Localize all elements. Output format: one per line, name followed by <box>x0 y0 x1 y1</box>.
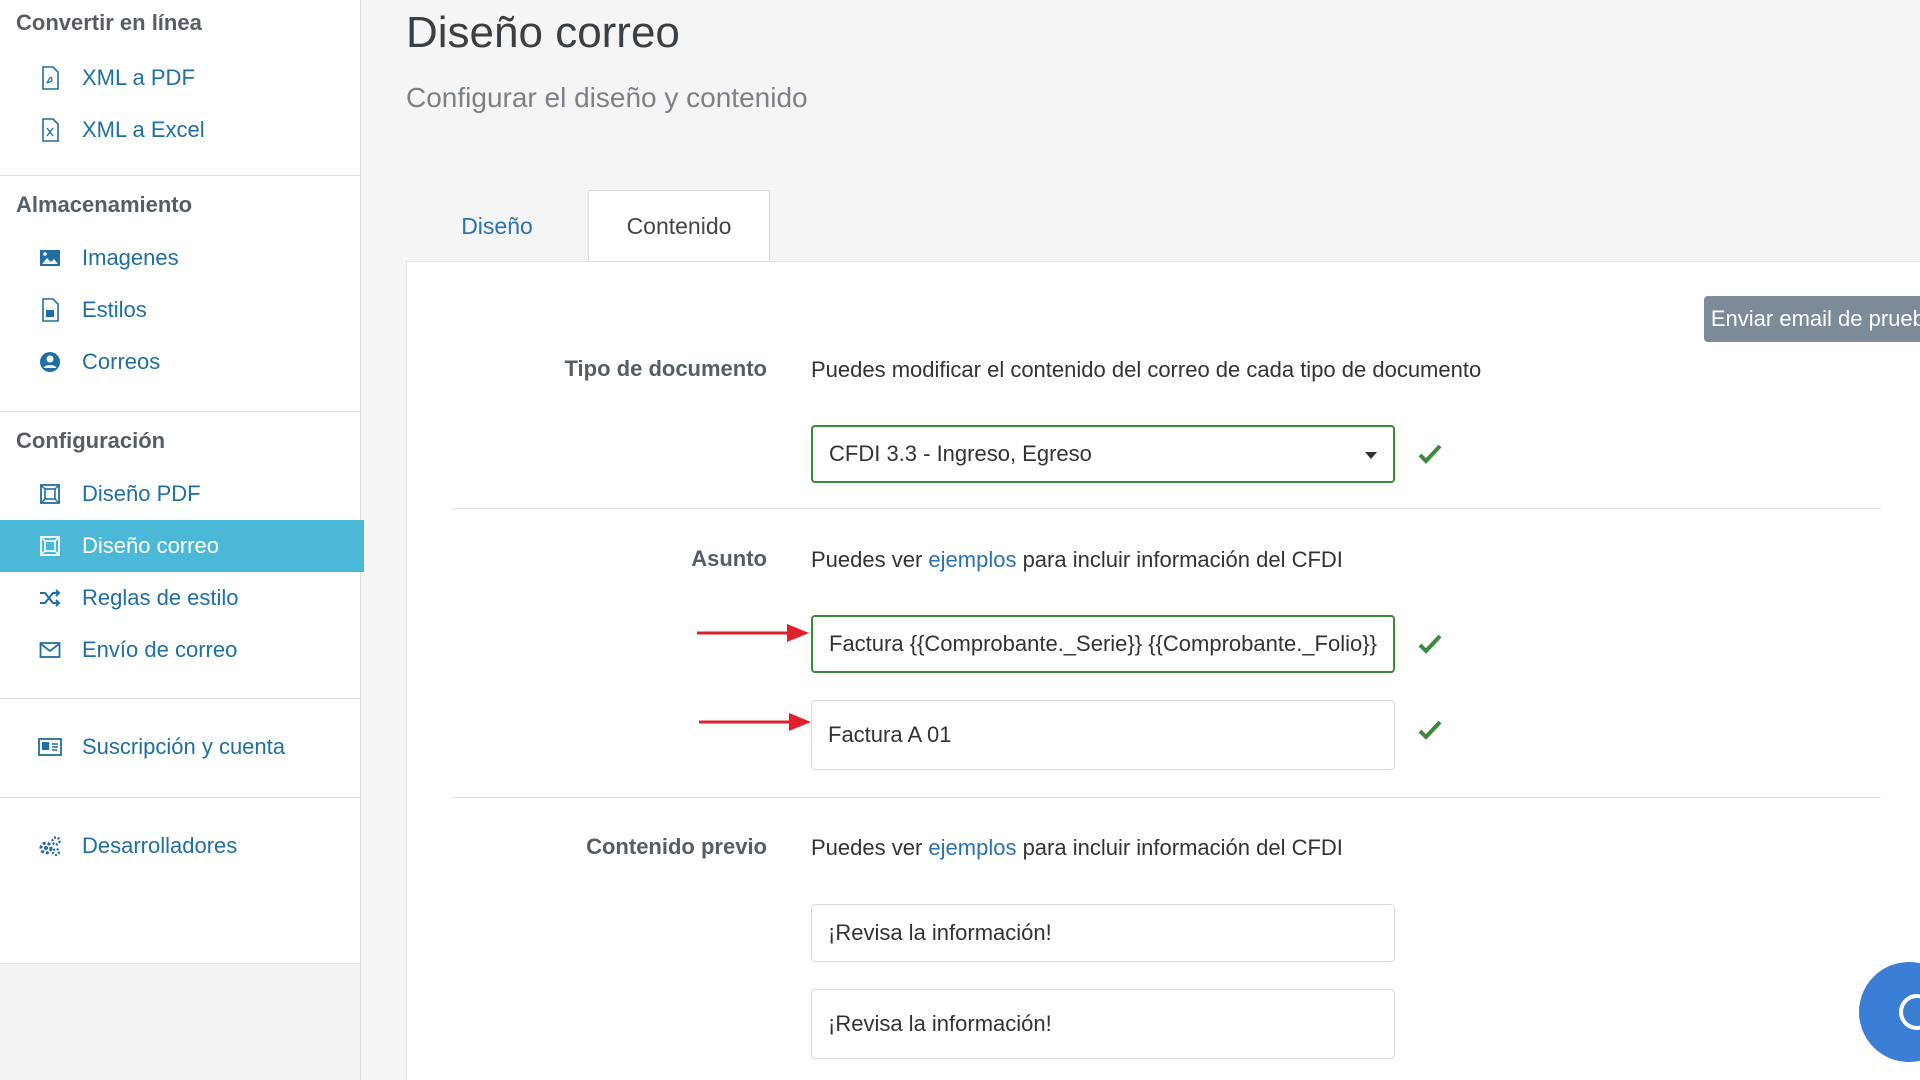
check-icon <box>1418 720 1442 740</box>
sidebar-item-suscripcion[interactable]: Suscripción y cuenta <box>0 721 360 773</box>
tipo-documento-help: Puedes modificar el contenido del correo… <box>811 357 1482 382</box>
sidebar-section-title: Configuración <box>16 428 166 453</box>
page-subtitle: Configurar el diseño y contenido <box>406 82 808 113</box>
sidebar-item-label: Diseño correo <box>82 533 219 558</box>
excel-file-icon <box>38 118 62 142</box>
sidebar-item-imagenes[interactable]: Imagenes <box>0 232 360 284</box>
sidebar-item-label: Suscripción y cuenta <box>82 734 285 759</box>
sidebar-item-label: Diseño PDF <box>82 481 201 506</box>
sidebar-section-almacenamiento: Almacenamiento Imagenes Estilos Correos <box>0 176 360 412</box>
chevron-down-icon <box>1365 452 1377 459</box>
contenido-previo-preview: ¡Revisa la información! <box>811 989 1395 1059</box>
sidebar-item-reglas-estilo[interactable]: Reglas de estilo <box>0 572 360 624</box>
image-icon <box>38 246 62 270</box>
tipo-documento-label: Tipo de documento <box>564 356 767 381</box>
check-icon <box>1418 444 1442 464</box>
chat-icon <box>1899 994 1920 1030</box>
contenido-previo-help: Puedes ver ejemplos para incluir informa… <box>811 835 1343 861</box>
sidebar: Convertir en línea XML a PDF XML a Excel… <box>0 0 364 1080</box>
tab-contenido[interactable]: Contenido <box>588 190 770 262</box>
asunto-template-input[interactable]: Factura {{Comprobante._Serie}} {{Comprob… <box>811 615 1395 673</box>
sidebar-item-correos[interactable]: Correos <box>0 336 360 388</box>
shuffle-icon <box>38 586 62 610</box>
sidebar-item-label: Estilos <box>82 297 147 322</box>
main-content: Diseño correo Configurar el diseño y con… <box>361 0 1920 1080</box>
contenido-help-prefix: Puedes ver <box>811 835 929 860</box>
tipo-documento-select[interactable]: CFDI 3.3 - Ingreso, Egreso <box>811 425 1395 483</box>
layout-icon <box>38 534 62 558</box>
sidebar-item-desarrolladores[interactable]: Desarrolladores <box>0 820 360 872</box>
contenido-previo-input[interactable]: ¡Revisa la información! <box>811 904 1395 962</box>
sidebar-item-label: Imagenes <box>82 245 179 270</box>
asunto-preview: Factura A 01 <box>811 700 1395 770</box>
id-card-icon <box>38 735 62 759</box>
sidebar-item-label: Reglas de estilo <box>82 585 239 610</box>
sidebar-item-label: Envío de correo <box>82 637 238 662</box>
sidebar-section-title: Convertir en línea <box>16 10 202 35</box>
page-title: Diseño correo <box>406 8 680 57</box>
sidebar-section-title: Almacenamiento <box>16 192 193 217</box>
red-arrow-icon <box>699 713 811 731</box>
content-panel: Enviar email de prueba Tipo de documento… <box>406 261 1920 1080</box>
tab-diseno[interactable]: Diseño <box>406 190 588 262</box>
chat-widget-button[interactable] <box>1859 962 1920 1062</box>
sidebar-item-label: XML a Excel <box>82 117 205 142</box>
sidebar-item-label: Correos <box>82 349 161 374</box>
ejemplos-link[interactable]: ejemplos <box>928 835 1016 860</box>
sidebar-item-diseno-pdf[interactable]: Diseño PDF <box>0 468 360 520</box>
sidebar-section-cuenta: Suscripción y cuenta <box>0 699 360 798</box>
divider <box>452 508 1881 509</box>
contenido-previo-label: Contenido previo <box>586 834 767 859</box>
contenido-help-suffix: para incluir información del CFDI <box>1016 835 1343 860</box>
sidebar-item-envio-correo[interactable]: Envío de correo <box>0 624 360 676</box>
envelope-icon <box>38 638 62 662</box>
ejemplos-link[interactable]: ejemplos <box>928 547 1016 572</box>
tipo-documento-selected: CFDI 3.3 - Ingreso, Egreso <box>829 441 1092 466</box>
user-circle-icon <box>38 350 62 374</box>
red-arrow-icon <box>697 624 809 642</box>
asunto-help: Puedes ver ejemplos para incluir informa… <box>811 547 1343 573</box>
send-test-email-button[interactable]: Enviar email de prueba <box>1704 296 1920 342</box>
sidebar-item-label: Desarrolladores <box>82 833 238 858</box>
sidebar-item-label: XML a PDF <box>82 65 195 90</box>
sidebar-section-configuracion: Configuración Diseño PDF Diseño correo R… <box>0 412 364 699</box>
sidebar-section-convertir: Convertir en línea XML a PDF XML a Excel <box>0 0 360 176</box>
sidebar-item-xml-excel[interactable]: XML a Excel <box>0 104 360 156</box>
divider <box>452 797 1881 798</box>
asunto-help-suffix: para incluir información del CFDI <box>1016 547 1343 572</box>
check-icon <box>1418 634 1442 654</box>
pdf-file-icon <box>38 66 62 90</box>
style-file-icon <box>38 298 62 322</box>
sidebar-item-diseno-correo[interactable]: Diseño correo <box>0 520 364 572</box>
tab-bar: Diseño Contenido <box>406 190 770 262</box>
sidebar-item-estilos[interactable]: Estilos <box>0 284 360 336</box>
asunto-label: Asunto <box>691 546 767 571</box>
asunto-help-prefix: Puedes ver <box>811 547 929 572</box>
layout-icon <box>38 482 62 506</box>
gears-icon <box>38 834 62 858</box>
sidebar-section-desarrolladores: Desarrolladores <box>0 798 360 964</box>
sidebar-item-xml-pdf[interactable]: XML a PDF <box>0 52 360 104</box>
